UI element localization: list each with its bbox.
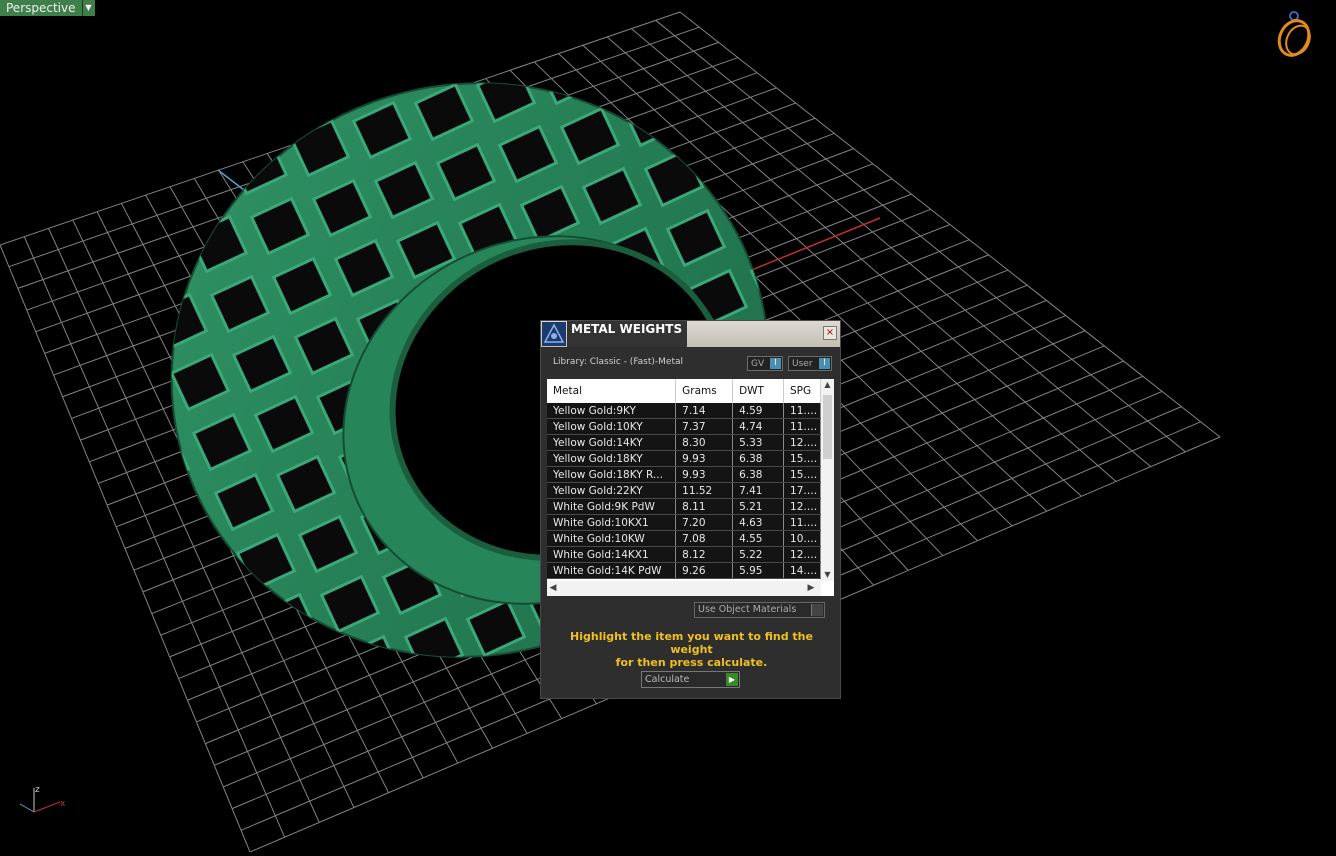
table-cell: White Gold:14K PdW <box>547 562 677 579</box>
table-row[interactable]: Yellow Gold:18KY R... 9.93 6.38 15.41 <box>547 466 821 483</box>
viewport-name[interactable]: Perspective <box>0 0 82 16</box>
table-cell: White Gold:9K PdW <box>547 498 677 515</box>
table-cell: 7.37 <box>675 418 734 435</box>
table-cell: 12.61 <box>783 546 821 563</box>
table-cell: Yellow Gold:14KY <box>547 434 677 451</box>
table-row[interactable]: White Gold:10KW 7.08 4.55 10.99 <box>547 530 821 547</box>
matrix-app-icon <box>542 322 566 346</box>
metal-weights-dialog[interactable]: METAL WEIGHTS × Library: Classic - (Fast… <box>540 320 841 699</box>
table-cell: 7.08 <box>675 530 734 547</box>
table-header-row: Metal Grams DWT SPG <box>547 379 821 403</box>
viewport-label[interactable]: Perspective ▼ <box>0 0 95 16</box>
scroll-up-icon[interactable]: ▲ <box>821 379 834 391</box>
table-row[interactable]: Yellow Gold:22KY 11.52 7.41 17.89 <box>547 482 821 499</box>
horizontal-scrollbar[interactable]: ◀ ▶ <box>547 581 821 596</box>
table-row[interactable]: White Gold:9K PdW 8.11 5.21 12.59 <box>547 498 821 515</box>
play-icon: ▶ <box>726 673 738 686</box>
table-cell: 11.45 <box>783 418 821 435</box>
scroll-thumb[interactable] <box>823 395 832 459</box>
table-cell: 4.74 <box>732 418 785 435</box>
column-header[interactable]: SPG <box>783 379 821 403</box>
table-cell: 17.89 <box>783 482 821 499</box>
table-cell: 4.55 <box>732 530 785 547</box>
table-cell: Yellow Gold:18KY R... <box>547 466 677 483</box>
table-cell: 11.18 <box>783 514 821 531</box>
table-cell: White Gold:10KX1 <box>547 514 677 531</box>
axis-z-label: z <box>35 785 40 795</box>
user-label: User <box>792 359 813 369</box>
table-cell: 5.33 <box>732 434 785 451</box>
ring-model[interactable] <box>0 0 1002 852</box>
table-cell: 6.38 <box>732 466 785 483</box>
table-cell: 4.59 <box>732 403 785 419</box>
table-cell: White Gold:14KX1 <box>547 546 677 563</box>
vertical-scrollbar[interactable]: ▲ ▼ <box>821 379 834 581</box>
table-row[interactable]: White Gold:10KX1 7.20 4.63 11.18 <box>547 514 821 531</box>
table-cell: Yellow Gold:18KY <box>547 450 677 467</box>
table-cell: Yellow Gold:22KY <box>547 482 677 499</box>
scroll-left-icon[interactable]: ◀ <box>547 581 559 596</box>
table-cell: Yellow Gold:9KY <box>547 403 677 419</box>
column-header[interactable]: DWT <box>732 379 785 403</box>
table-cell: 8.30 <box>675 434 734 451</box>
table-cell: 9.93 <box>675 466 734 483</box>
instruction-line-2: for then press calculate. <box>615 656 768 669</box>
table-cell: 11.08 <box>783 403 821 419</box>
table-cell: 6.38 <box>732 450 785 467</box>
table-row[interactable]: White Gold:14K PdW 9.26 5.95 14.37 <box>547 562 821 579</box>
instruction-line-1: Highlight the item you want to find the … <box>570 630 813 656</box>
dialog-title: METAL WEIGHTS <box>571 322 683 336</box>
table-cell: Yellow Gold:10KY <box>547 418 677 435</box>
gv-indicator-icon: I <box>770 358 781 369</box>
table-cell: White Gold:10KW <box>547 530 677 547</box>
table-cell: 15.41 <box>783 450 821 467</box>
table-cell: 12.88 <box>783 434 821 451</box>
table-cell: 8.12 <box>675 546 734 563</box>
table-cell: 7.41 <box>732 482 785 499</box>
use-object-materials-button[interactable]: Use Object Materials <box>694 602 825 618</box>
table-cell: 10.99 <box>783 530 821 547</box>
table-cell: 5.21 <box>732 498 785 515</box>
table-cell: 14.37 <box>783 562 821 579</box>
table-cell: 15.41 <box>783 466 821 483</box>
table-cell: 4.63 <box>732 514 785 531</box>
scroll-right-icon[interactable]: ▶ <box>805 581 817 596</box>
scroll-down-icon[interactable]: ▼ <box>821 569 834 581</box>
gv-label: GV <box>751 359 765 369</box>
instruction-text: Highlight the item you want to find the … <box>551 630 832 669</box>
gv-toggle[interactable]: GV I <box>747 356 783 371</box>
table-row[interactable]: Yellow Gold:10KY 7.37 4.74 11.45 <box>547 418 821 435</box>
table-cell: 8.11 <box>675 498 734 515</box>
table-cell: 5.95 <box>732 562 785 579</box>
table-row[interactable]: Yellow Gold:14KY 8.30 5.33 12.88 <box>547 434 821 451</box>
table-cell: 9.93 <box>675 450 734 467</box>
table-cell: 9.26 <box>675 562 734 579</box>
table-cell: 11.52 <box>675 482 734 499</box>
axis-x-label: x <box>60 799 66 809</box>
calculate-button[interactable]: Calculate ▶ <box>641 671 740 688</box>
table-cell: 12.59 <box>783 498 821 515</box>
table-row[interactable]: Yellow Gold:9KY 7.14 4.59 11.08 <box>547 403 821 419</box>
table-row[interactable]: Yellow Gold:18KY 9.93 6.38 15.41 <box>547 450 821 467</box>
user-indicator-icon: I <box>819 358 830 369</box>
ring-logo-icon[interactable] <box>1272 8 1316 60</box>
dialog-titlebar[interactable]: METAL WEIGHTS × <box>541 321 840 347</box>
calculate-label: Calculate <box>645 674 690 685</box>
library-label: Library: Classic - (Fast)-Metal <box>553 357 684 367</box>
user-toggle[interactable]: User I <box>788 356 832 371</box>
table-row[interactable]: White Gold:14KX1 8.12 5.22 12.61 <box>547 546 821 563</box>
metal-weights-table[interactable]: Metal Grams DWT SPG Yellow Gold:9KY 7.14 4.59… <box>547 379 821 579</box>
metal-table-panel[interactable]: Metal Grams DWT SPG Yellow Gold:9KY 7.14 4.59… <box>547 379 834 596</box>
use-object-materials-label: Use Object Materials <box>698 604 797 615</box>
table-cell: 7.20 <box>675 514 734 531</box>
close-button[interactable]: × <box>823 326 837 340</box>
chevron-down-icon[interactable]: ▼ <box>81 0 95 16</box>
radio-indicator-icon <box>811 604 823 616</box>
axis-gizmo-icon: z x <box>19 785 66 813</box>
table-cell: 5.22 <box>732 546 785 563</box>
column-header[interactable]: Grams <box>675 379 734 403</box>
column-header[interactable]: Metal <box>547 379 677 403</box>
table-cell: 7.14 <box>675 403 734 419</box>
